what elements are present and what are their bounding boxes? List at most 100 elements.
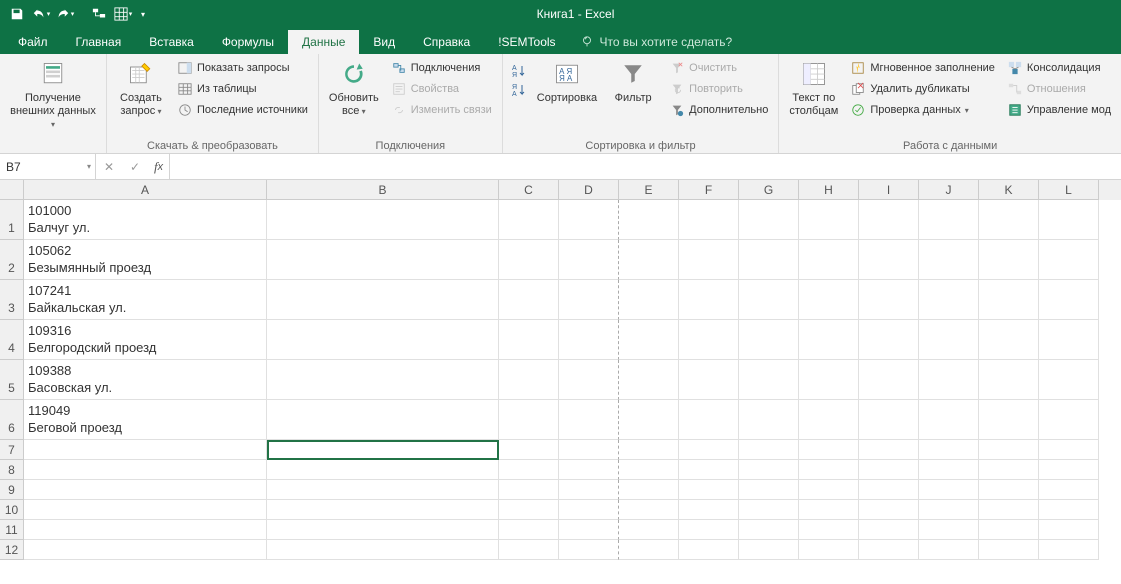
row-header-10[interactable]: 10	[0, 500, 24, 520]
cell-C12[interactable]	[499, 540, 559, 560]
cell-A9[interactable]	[24, 480, 267, 500]
cell-I5[interactable]	[859, 360, 919, 400]
fx-icon[interactable]: fx	[148, 159, 169, 175]
cell-E11[interactable]	[619, 520, 679, 540]
qat-more-button[interactable]: ▾	[136, 3, 150, 25]
cell-K11[interactable]	[979, 520, 1039, 540]
cell-I4[interactable]	[859, 320, 919, 360]
cell-E5[interactable]	[619, 360, 679, 400]
cell-B6[interactable]	[267, 400, 499, 440]
cell-B1[interactable]	[267, 200, 499, 240]
cell-D9[interactable]	[559, 480, 619, 500]
cell-A2[interactable]: 105062Безымянный проезд	[24, 240, 267, 280]
connections-button[interactable]: Подключения	[387, 58, 496, 78]
cell-B3[interactable]	[267, 280, 499, 320]
cell-I11[interactable]	[859, 520, 919, 540]
cell-I7[interactable]	[859, 440, 919, 460]
cell-F1[interactable]	[679, 200, 739, 240]
row-header-4[interactable]: 4	[0, 320, 24, 360]
cell-J3[interactable]	[919, 280, 979, 320]
cell-G3[interactable]	[739, 280, 799, 320]
cell-C2[interactable]	[499, 240, 559, 280]
tab-home[interactable]: Главная	[62, 30, 136, 54]
cell-L4[interactable]	[1039, 320, 1099, 360]
cell-D3[interactable]	[559, 280, 619, 320]
cell-I6[interactable]	[859, 400, 919, 440]
get-external-data-button[interactable]: Получение внешних данных	[6, 56, 100, 132]
cell-K5[interactable]	[979, 360, 1039, 400]
cell-K7[interactable]	[979, 440, 1039, 460]
cell-A8[interactable]	[24, 460, 267, 480]
sort-asc-button[interactable]: АЯ	[509, 62, 529, 80]
cell-J11[interactable]	[919, 520, 979, 540]
column-header-G[interactable]: G	[739, 180, 799, 200]
from-table-button[interactable]: Из таблицы	[173, 79, 312, 99]
cell-E4[interactable]	[619, 320, 679, 360]
cell-H5[interactable]	[799, 360, 859, 400]
cell-C7[interactable]	[499, 440, 559, 460]
advanced-filter-button[interactable]: Дополнительно	[665, 100, 772, 120]
cell-F11[interactable]	[679, 520, 739, 540]
formula-input[interactable]	[170, 154, 1121, 179]
cancel-formula-button[interactable]: ✕	[96, 160, 122, 174]
cell-J6[interactable]	[919, 400, 979, 440]
row-header-12[interactable]: 12	[0, 540, 24, 560]
tab-view[interactable]: Вид	[359, 30, 409, 54]
cell-J9[interactable]	[919, 480, 979, 500]
column-header-H[interactable]: H	[799, 180, 859, 200]
cell-G10[interactable]	[739, 500, 799, 520]
cell-D12[interactable]	[559, 540, 619, 560]
cell-A4[interactable]: 109316Белгородский проезд	[24, 320, 267, 360]
column-header-D[interactable]: D	[559, 180, 619, 200]
cell-C3[interactable]	[499, 280, 559, 320]
row-header-3[interactable]: 3	[0, 280, 24, 320]
cell-E9[interactable]	[619, 480, 679, 500]
cell-L1[interactable]	[1039, 200, 1099, 240]
cell-L9[interactable]	[1039, 480, 1099, 500]
tab-help[interactable]: Справка	[409, 30, 484, 54]
row-header-9[interactable]: 9	[0, 480, 24, 500]
cell-H4[interactable]	[799, 320, 859, 360]
cell-K12[interactable]	[979, 540, 1039, 560]
refresh-all-button[interactable]: Обновить все	[325, 56, 383, 118]
cell-J8[interactable]	[919, 460, 979, 480]
cell-F9[interactable]	[679, 480, 739, 500]
cell-E12[interactable]	[619, 540, 679, 560]
cell-C9[interactable]	[499, 480, 559, 500]
row-header-11[interactable]: 11	[0, 520, 24, 540]
cell-F3[interactable]	[679, 280, 739, 320]
cell-H11[interactable]	[799, 520, 859, 540]
cell-C4[interactable]	[499, 320, 559, 360]
select-all-corner[interactable]	[0, 180, 24, 200]
row-header-2[interactable]: 2	[0, 240, 24, 280]
filter-button[interactable]: Фильтр	[605, 56, 661, 105]
column-header-C[interactable]: C	[499, 180, 559, 200]
cells-area[interactable]: 101000Балчуг ул.105062Безымянный проезд1…	[24, 200, 1121, 560]
cell-G4[interactable]	[739, 320, 799, 360]
enter-formula-button[interactable]: ✓	[122, 160, 148, 174]
column-header-I[interactable]: I	[859, 180, 919, 200]
cell-B5[interactable]	[267, 360, 499, 400]
recent-sources-button[interactable]: Последние источники	[173, 100, 312, 120]
sort-button[interactable]: А ЯЯ А Сортировка	[533, 56, 601, 105]
cell-H8[interactable]	[799, 460, 859, 480]
cell-L8[interactable]	[1039, 460, 1099, 480]
column-header-J[interactable]: J	[919, 180, 979, 200]
cell-A6[interactable]: 119049Беговой проезд	[24, 400, 267, 440]
cell-B2[interactable]	[267, 240, 499, 280]
cell-C10[interactable]	[499, 500, 559, 520]
row-header-7[interactable]: 7	[0, 440, 24, 460]
cell-L2[interactable]	[1039, 240, 1099, 280]
cell-D5[interactable]	[559, 360, 619, 400]
cell-L12[interactable]	[1039, 540, 1099, 560]
cell-B8[interactable]	[267, 460, 499, 480]
cell-F8[interactable]	[679, 460, 739, 480]
cell-E1[interactable]	[619, 200, 679, 240]
cell-G8[interactable]	[739, 460, 799, 480]
cell-L7[interactable]	[1039, 440, 1099, 460]
save-button[interactable]	[6, 3, 28, 25]
cell-J12[interactable]	[919, 540, 979, 560]
cell-J4[interactable]	[919, 320, 979, 360]
cell-L10[interactable]	[1039, 500, 1099, 520]
cell-L6[interactable]	[1039, 400, 1099, 440]
